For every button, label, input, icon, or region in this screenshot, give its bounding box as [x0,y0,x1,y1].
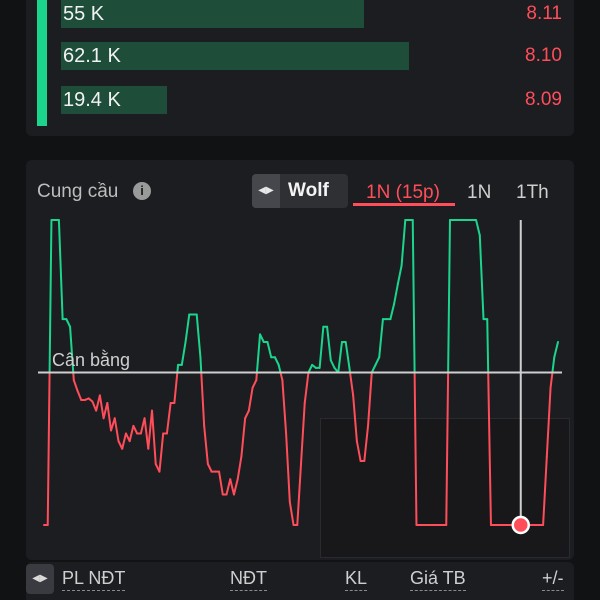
order-volume: 55 K [63,3,105,25]
series-segment [206,463,213,473]
series-segment [285,432,291,504]
series-segment [374,356,381,366]
series-segment [303,371,310,404]
series-segment [329,359,336,369]
series-segment [98,394,105,420]
order-book-row[interactable]: 62.1 K 8.10 [61,42,566,70]
series-segment [478,234,485,321]
column-header-kl[interactable]: KL [345,568,368,591]
order-volume: 62.1 K [63,45,121,67]
supply-demand-screen: 55 K 8.11 62.1 K 8.10 19.4 K 8.09 Cung c… [0,0,600,600]
series-segment [393,283,399,305]
series-segment [76,389,83,401]
series-segment [143,417,150,450]
series-segment [296,463,302,526]
series-segment [445,371,450,526]
order-price: 8.09 [525,89,562,110]
series-segment [307,363,314,374]
order-book-row[interactable]: 19.4 K 8.09 [61,86,566,114]
series-segment [542,455,548,526]
series-segment [349,371,355,397]
volume-bar [61,0,364,28]
series-segment [106,402,113,432]
series-segment [255,371,258,382]
column-header-change[interactable]: +/- [542,568,564,591]
series-segment [367,371,373,427]
series-segment [318,325,325,369]
series-segment [57,219,64,321]
series-segment [344,341,351,369]
series-segment [199,356,203,374]
series-segment [300,402,306,465]
series-segment [266,341,273,359]
series-segment [389,302,396,321]
series-segment [165,402,172,435]
series-segment [121,432,127,450]
series-segment [281,379,288,435]
series-segment [158,432,165,473]
series-segment [200,371,206,427]
series-segment [46,371,51,526]
order-price: 8.10 [525,45,562,66]
series-segment [326,325,332,362]
series-segment [240,417,247,458]
series-segment [486,318,490,374]
series-segment [553,341,559,359]
series-segment [151,409,157,465]
series-segment [229,478,235,496]
series-segment [132,424,139,435]
source-selector-label: Wolf [288,180,329,201]
series-segment [176,363,180,374]
series-segment [184,313,191,343]
series-segment [128,424,135,443]
series-segment [378,318,384,359]
series-segment [413,371,418,526]
series-segment [400,219,407,267]
series-segment [551,356,556,374]
series-segment [203,424,209,465]
info-icon[interactable]: i [133,182,151,200]
series-segment [195,313,202,359]
series-segment [273,356,280,366]
order-price: 8.11 [526,3,562,24]
series-segment [363,424,370,462]
series-segment [180,341,187,366]
order-book-row[interactable]: 55 K 8.11 [61,0,566,28]
series-segment [549,371,554,389]
series-segment [218,470,224,496]
order-volume: 19.4 K [63,89,121,111]
series-segment [173,371,179,404]
series-segment [411,219,416,374]
series-segment [279,371,284,382]
series-segment [251,379,258,389]
series-segment [545,386,552,458]
series-segment [72,379,79,392]
series-segment [72,371,75,382]
series-segment [244,409,250,420]
series-segment [247,386,254,412]
series-segment [396,264,403,286]
series-segment [255,333,262,374]
series-segment [113,417,120,443]
series-segment [337,341,343,374]
series-segment [288,501,295,526]
series-segment [447,219,451,374]
series-segment [236,455,243,481]
series-segment [65,318,72,328]
series-segment [370,363,377,374]
order-book-accent-bar [37,0,47,126]
series-segment [355,440,362,462]
series-segment [475,219,481,237]
column-header-gia-tb[interactable]: Giá TB [410,568,466,591]
series-segment [277,363,282,374]
series-segment [232,478,239,496]
cursor-dot[interactable] [511,515,531,535]
swap-arrows-icon[interactable]: ◀▶ [26,564,54,594]
series-segment [487,371,492,526]
column-header-ndt[interactable]: NĐT [230,568,267,591]
column-header-pl-ndt[interactable]: PL NĐT [62,568,126,591]
series-segment [225,478,232,496]
series-segment [352,394,358,443]
balance-label: Cân bằng [52,350,131,370]
